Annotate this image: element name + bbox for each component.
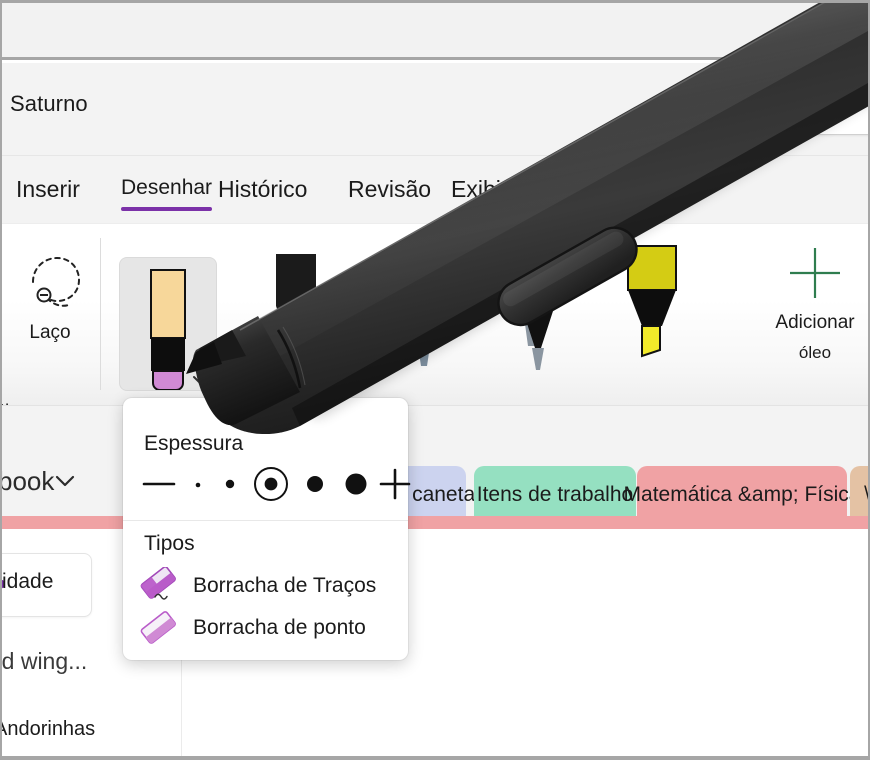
plus-icon	[786, 244, 844, 302]
plus-icon	[378, 467, 412, 506]
point-eraser-icon	[137, 609, 183, 647]
pen-gallery	[110, 240, 860, 400]
chevron-down-icon[interactable]	[192, 372, 208, 382]
add-pen-tool[interactable]: Adicionar óleo	[760, 244, 870, 363]
thickness-dot-icon	[193, 477, 203, 495]
search-placeholder: Search	[758, 97, 831, 124]
search-box[interactable]: Search	[696, 86, 870, 134]
eraser-type-point[interactable]: Borracha de ponto	[137, 606, 366, 650]
lasso-select-icon	[13, 250, 87, 316]
tab-desenhar-label: Desenhar	[121, 176, 212, 199]
pen-item-galaxy-pen[interactable]	[250, 240, 342, 390]
eraser-type-point-label: Borracha de ponto	[193, 616, 366, 640]
tab-inserir[interactable]: Inserir	[16, 176, 80, 203]
thickness-step-1[interactable]	[183, 462, 213, 510]
thickness-step-4[interactable]	[295, 462, 335, 510]
eraser-options-flyout: Espessura	[123, 398, 408, 660]
minus-icon	[142, 477, 176, 496]
highlighter-icon	[606, 377, 698, 394]
thickness-step-3-selected[interactable]	[247, 462, 295, 510]
pen-item-eraser[interactable]	[120, 258, 216, 390]
tab-revisao[interactable]: Revisão	[348, 176, 431, 203]
ribbon-group-divider	[100, 238, 101, 390]
document-header-bar: Saturno Search	[2, 63, 868, 156]
tab-help[interactable]: Help	[543, 176, 590, 203]
thickness-increase-button[interactable]	[375, 462, 415, 510]
chevron-down-icon[interactable]	[54, 474, 76, 488]
page-list-item[interactable]: Andorinhas	[0, 718, 95, 741]
ribbon-tab-strip: Inserir Desenhar Histórico Revisão Exibi…	[2, 156, 868, 224]
eraser-type-stroke-label: Borracha de Traços	[193, 574, 376, 598]
thickness-selector	[137, 462, 397, 510]
pen-item-highlighter[interactable]	[606, 240, 698, 390]
thickness-step-5[interactable]	[333, 462, 379, 510]
tab-exibir[interactable]: Exibir	[451, 176, 509, 203]
thickness-dot-selected-icon	[249, 462, 293, 511]
pen-item-pencil[interactable]	[492, 240, 584, 390]
eraser-type-stroke[interactable]: Borracha de Traços	[137, 564, 376, 608]
thickness-decrease-button[interactable]	[137, 462, 181, 510]
add-pen-sublabel: óleo	[799, 343, 831, 363]
stroke-eraser-icon	[137, 567, 183, 605]
tab-historico[interactable]: Histórico	[218, 176, 307, 203]
search-icon	[718, 97, 744, 123]
thickness-dot-icon	[342, 470, 370, 503]
pencil-icon	[492, 377, 584, 394]
page-title: Saturno	[10, 91, 88, 117]
ballpoint-pen-icon	[250, 377, 342, 394]
thickness-step-2[interactable]	[213, 462, 247, 510]
flyout-divider	[123, 520, 408, 521]
tab-desenhar[interactable]: Desenhar	[121, 176, 212, 200]
lasso-label: Laço	[29, 322, 70, 344]
page-list-item-selected-label: idade	[2, 570, 53, 594]
types-heading: Tipos	[144, 532, 195, 556]
tab-active-underline	[121, 207, 212, 211]
pen-item-ballpoint-pen[interactable]	[378, 240, 470, 390]
lasso-tool[interactable]: Laço	[8, 250, 92, 370]
thickness-dot-icon	[223, 477, 237, 496]
thickness-dot-icon	[304, 473, 326, 500]
thickness-heading: Espessura	[144, 432, 243, 456]
window-title-bar	[2, 3, 868, 60]
notebook-name[interactable]: book	[0, 466, 54, 497]
add-pen-label: Adicionar	[775, 312, 854, 334]
ballpoint-pen-icon	[378, 377, 470, 394]
page-list-item[interactable]: rd wing...	[0, 648, 87, 675]
